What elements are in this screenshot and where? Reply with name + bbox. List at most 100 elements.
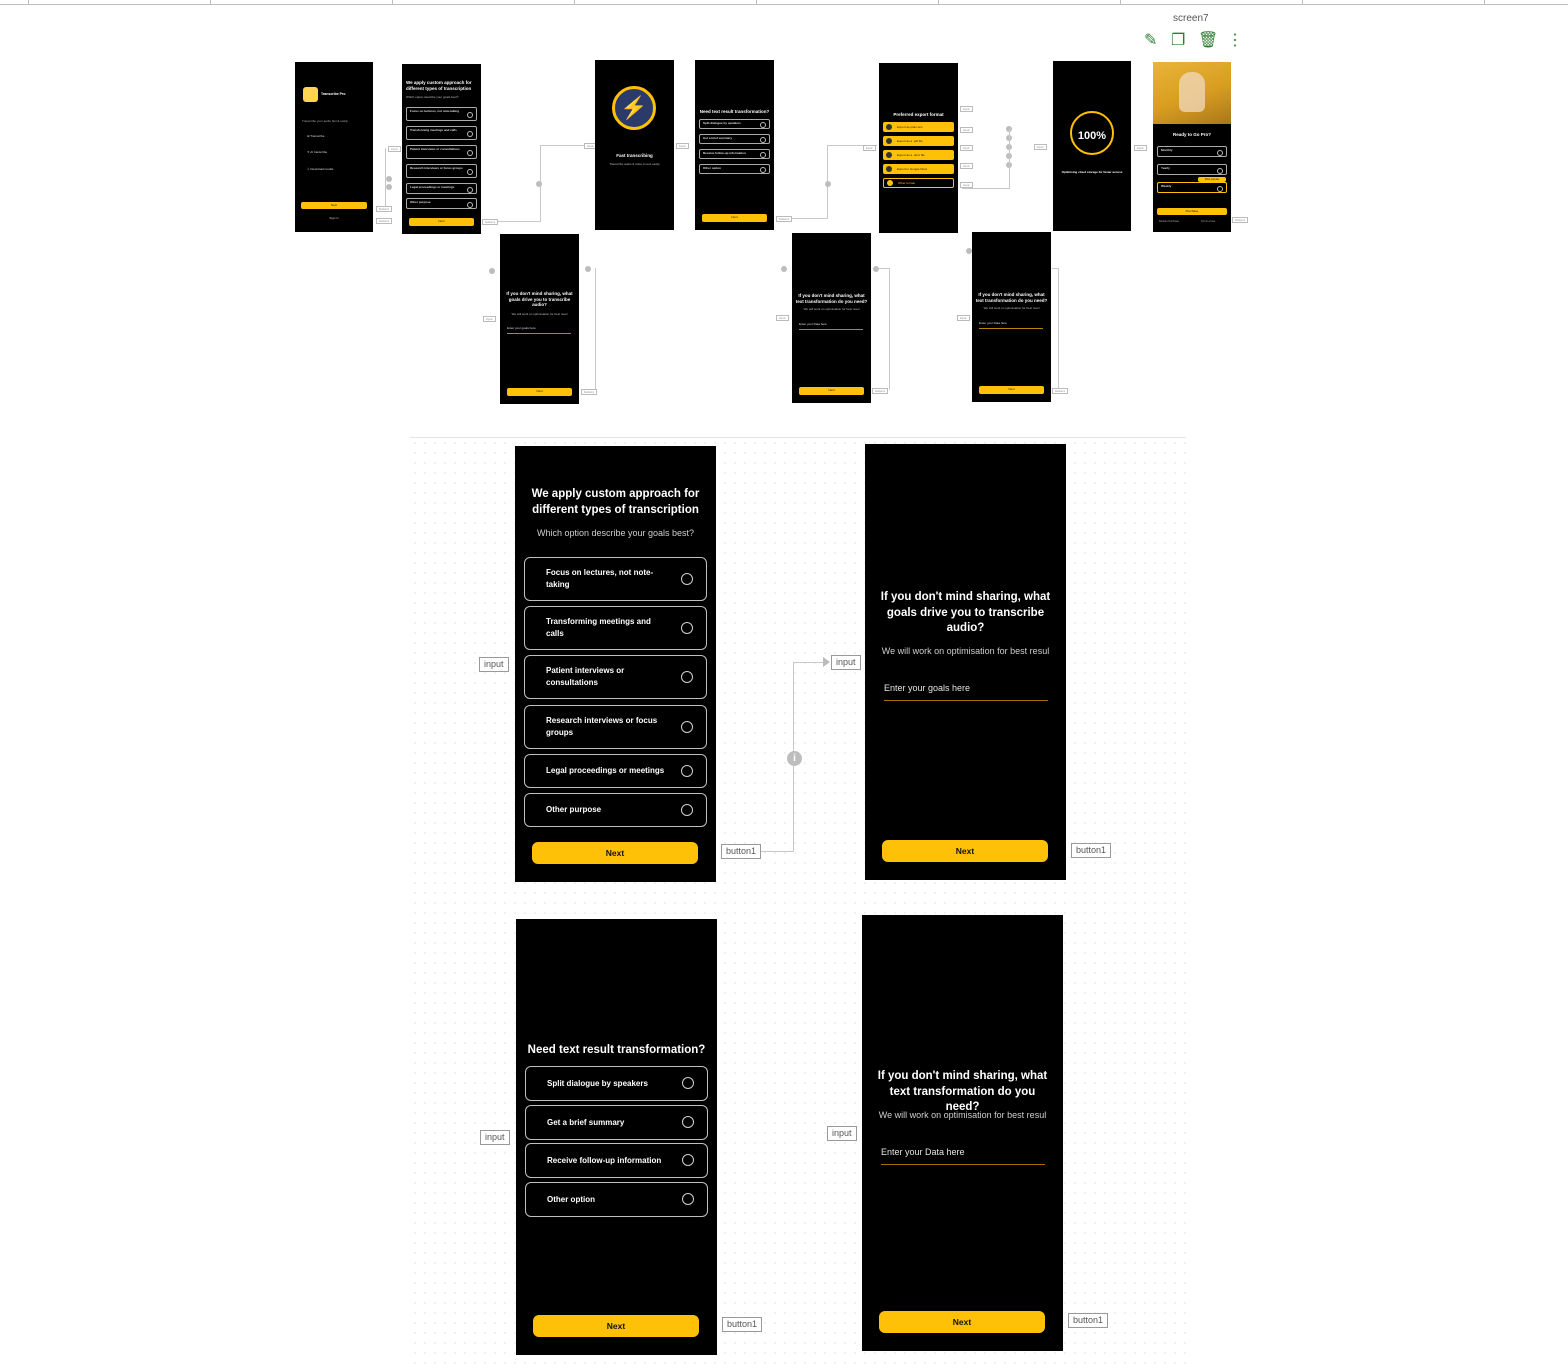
sign-in-link[interactable]: Sign in (295, 216, 373, 220)
mini-option[interactable]: Transforming meetings and calls (406, 126, 477, 140)
mini-screen-goals-question[interactable]: If you don't mind sharing, what goals dr… (500, 234, 579, 404)
radio-icon[interactable] (681, 573, 693, 585)
next-button[interactable]: Next (882, 840, 1048, 862)
page-title: We apply custom approach for different t… (531, 488, 700, 516)
mini-export-option-other[interactable]: Other format (883, 178, 954, 188)
next-button[interactable]: Next (507, 388, 572, 396)
restore-link[interactable]: Restore Purchase (1159, 220, 1179, 223)
mini-option[interactable]: Receive follow-up information (699, 149, 770, 159)
mini-title: Preferred export format (893, 112, 944, 117)
pencil-icon[interactable]: ✎ (1144, 33, 1157, 49)
mini-export-option[interactable]: Export to Google Docs (883, 164, 954, 174)
radio-icon[interactable] (681, 804, 693, 816)
option-card[interactable]: Transforming meetings and calls (524, 606, 707, 650)
next-button[interactable]: Next (532, 842, 698, 864)
mini-export-option[interactable]: Export as a .pdf file (883, 136, 954, 146)
info-icon[interactable]: i (787, 751, 802, 766)
mini-option[interactable]: Legal proceedings or meetings (406, 183, 477, 194)
connector-tag-input: input (480, 1130, 510, 1145)
mini-title: Fast transcribing (616, 153, 653, 158)
mini-screen-transform-question[interactable]: If you don't mind sharing, what text tra… (792, 233, 871, 403)
mini-input[interactable]: Enter your goals here (507, 326, 536, 330)
page-subtitle: We will work on optimisation for best re… (878, 1110, 1047, 1120)
app-name: Transcribe Pro (321, 92, 346, 96)
option-card[interactable]: Other option (525, 1182, 708, 1217)
connector-tag: button1 (581, 389, 598, 395)
radio-icon[interactable] (682, 1193, 694, 1205)
connector-tag: input (388, 146, 401, 152)
connector-tag: input (1134, 145, 1147, 151)
mini-screen-goals[interactable]: We apply custom approach for different t… (402, 64, 481, 234)
mini-screen-transform-question-2[interactable]: If you don't mind sharing, what text tra… (972, 232, 1051, 402)
option-card[interactable]: Receive follow-up information (525, 1143, 708, 1178)
screen-transformation-options[interactable]: Need text result transformation? Split d… (516, 919, 717, 1355)
mini-screen-pro[interactable]: Ready to Go Pro? Monthly Yearly Weekly M… (1153, 62, 1231, 232)
mini-plan[interactable]: Yearly (1157, 164, 1227, 175)
screen-transformation-question[interactable]: If you don't mind sharing, what text tra… (862, 915, 1063, 1351)
connector-tag: button1 (376, 206, 393, 212)
option-card[interactable]: Other purpose (524, 793, 707, 827)
data-input[interactable]: Enter your Data here (881, 1147, 965, 1157)
mini-option[interactable]: Focus on lectures, not note-taking (406, 107, 477, 121)
mini-subtitle: Optimising cloud storage for faster acce… (1061, 170, 1123, 174)
mini-input[interactable]: Enter your Data here (799, 322, 827, 326)
mini-export-option[interactable]: Export as a .docx file (883, 150, 954, 160)
screen-goals-options[interactable]: We apply custom approach for different t… (515, 446, 716, 882)
option-card[interactable]: Research interviews or focus groups (524, 705, 707, 749)
trash-icon[interactable]: 🗑 (1198, 33, 1218, 49)
option-card[interactable]: Get a brief summary (525, 1105, 708, 1140)
mini-plan[interactable]: Weekly (1157, 182, 1227, 193)
connector-tag: button1 (1232, 217, 1249, 223)
mini-screen-fast[interactable]: ⚡ Fast transcribing Transcribe audio & v… (595, 60, 674, 230)
radio-icon[interactable] (681, 671, 693, 683)
terms-link[interactable]: Terms of use (1201, 220, 1215, 223)
hero-person (1179, 72, 1205, 112)
copy-icon[interactable]: ❐ (1171, 33, 1185, 49)
mini-option[interactable]: Split dialogue by speakers (699, 119, 770, 129)
popular-badge: Most popular (1198, 177, 1226, 182)
option-card[interactable]: Patient interviews or consultations (524, 655, 707, 699)
goals-input[interactable]: Enter your goals here (884, 683, 970, 693)
mini-input[interactable]: Enter your Data here (979, 321, 1007, 325)
screen-goals-question[interactable]: If you don't mind sharing, what goals dr… (865, 444, 1066, 880)
arrow-icon (823, 657, 830, 667)
moon-icon (887, 180, 893, 186)
app-logo (303, 87, 318, 102)
option-label: Focus on lectures, not note-taking (546, 568, 654, 589)
option-card[interactable]: Focus on lectures, not note-taking (524, 557, 707, 601)
option-card[interactable]: Legal proceedings or meetings (524, 754, 707, 788)
mini-option[interactable]: Patient interviews or consultations (406, 145, 477, 159)
radio-icon[interactable] (681, 622, 693, 634)
next-button[interactable]: Next (879, 1311, 1045, 1333)
more-vertical-icon[interactable]: ⋮ (1227, 33, 1243, 49)
radio-icon[interactable] (682, 1116, 694, 1128)
connector-tag: input (960, 145, 973, 151)
mini-option[interactable]: Other purpose (406, 198, 477, 209)
mini-option[interactable]: Research interviews or focus groups (406, 164, 477, 178)
mini-export-option[interactable]: Export as plain text (883, 122, 954, 132)
screen-toolbar: ✎ ❐ 🗑 ⋮ (1138, 28, 1246, 54)
option-card[interactable]: Split dialogue by speakers (525, 1066, 708, 1101)
next-button[interactable]: Next (533, 1315, 699, 1337)
radio-icon[interactable] (682, 1077, 694, 1089)
radio-icon[interactable] (682, 1154, 694, 1166)
next-button[interactable]: Next (979, 386, 1044, 394)
purchase-button[interactable]: Purchase (1157, 208, 1227, 215)
next-button[interactable]: Next (799, 387, 864, 395)
next-button[interactable]: Next (409, 218, 474, 226)
radio-icon[interactable] (681, 721, 693, 733)
mini-screen-export[interactable]: Preferred export format Export as plain … (879, 63, 958, 233)
welcome-item: ⊞ Transcribe (307, 134, 325, 138)
mini-screen-transform[interactable]: Need text result transformation? Split d… (695, 60, 774, 230)
next-button[interactable]: Next (702, 214, 767, 222)
page-title: Need text result transformation? (527, 1044, 706, 1056)
mini-plan[interactable]: Monthly (1157, 146, 1227, 157)
mini-option[interactable]: Get a brief summary (699, 134, 770, 144)
sun-icon (886, 138, 892, 144)
mini-screen-welcome[interactable]: Transcribe Pro Transcribe your audio fas… (295, 62, 373, 232)
next-button[interactable]: Next (301, 202, 367, 209)
mini-option[interactable]: Other option (699, 164, 770, 174)
option-label: Patient interviews or consultations (546, 666, 625, 687)
radio-icon[interactable] (681, 765, 693, 777)
mini-screen-progress[interactable]: 100% Optimising cloud storage for faster… (1053, 61, 1131, 231)
